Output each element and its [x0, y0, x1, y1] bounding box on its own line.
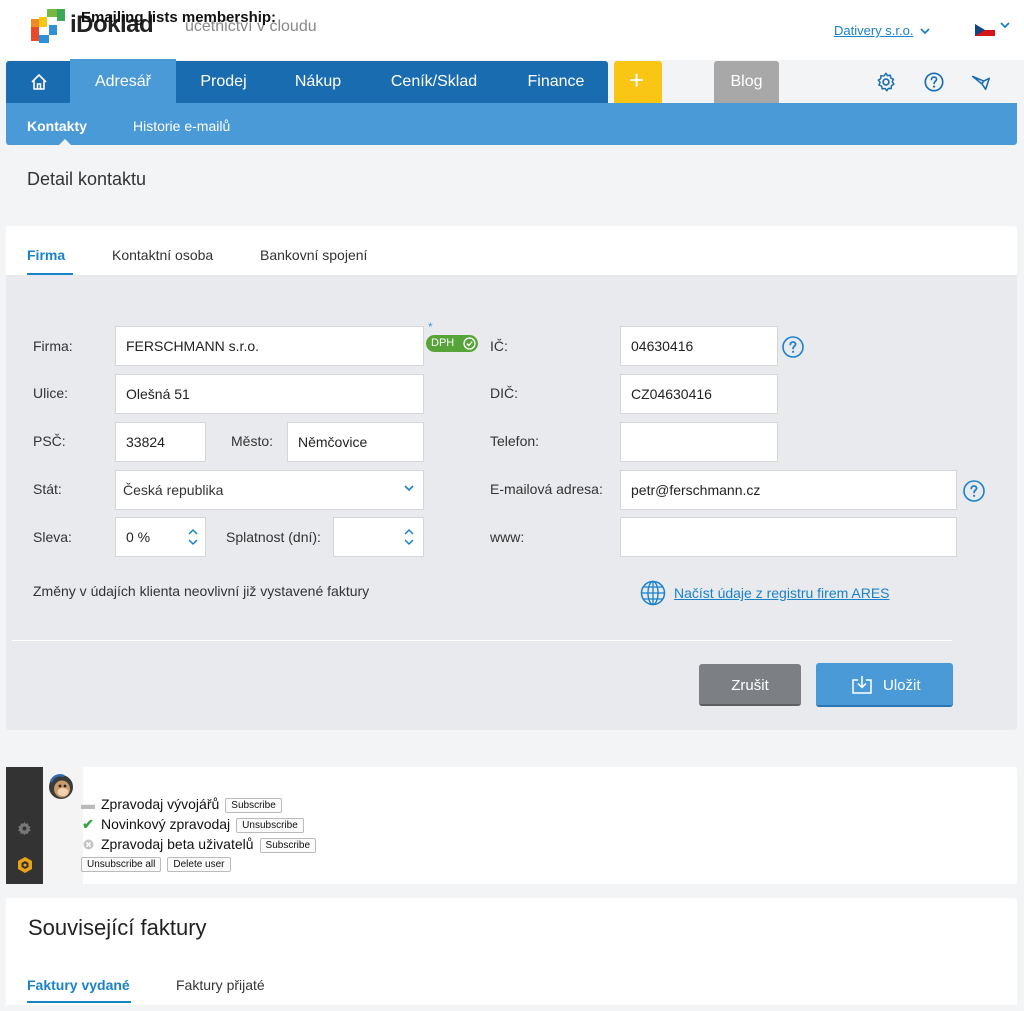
- psc-label: PSČ:: [33, 433, 66, 449]
- active-tab-indicator: [27, 1001, 131, 1003]
- chevron-down-icon[interactable]: [919, 25, 931, 37]
- telefon-input[interactable]: [620, 422, 778, 462]
- splatnost-label: Splatnost (dní):: [226, 529, 321, 545]
- cube-logo-icon[interactable]: [16, 856, 34, 874]
- plugin-sidebar: [6, 767, 43, 884]
- save-button-label: Uložit: [883, 677, 921, 694]
- firma-label: Firma:: [33, 338, 73, 354]
- info-note: Změny v údajích klienta neovlivní již vy…: [33, 583, 370, 599]
- add-new-button[interactable]: +: [614, 61, 662, 103]
- stat-select-value: Česká republika: [123, 482, 224, 498]
- sleva-label: Sleva:: [33, 529, 72, 545]
- page-title: Detail kontaktu: [27, 169, 147, 189]
- subscribe-button[interactable]: Subscribe: [225, 798, 282, 813]
- mesto-label: Město:: [231, 433, 274, 449]
- chevron-down-icon[interactable]: [999, 19, 1011, 31]
- stepper-icon[interactable]: [404, 527, 414, 547]
- save-button[interactable]: Uložit: [816, 663, 953, 707]
- dph-asterisk: *: [428, 320, 433, 334]
- x-circle-icon: [81, 836, 95, 852]
- tab-kontaktni-osoba[interactable]: Kontaktní osoba: [112, 247, 213, 263]
- form-divider: [12, 640, 952, 641]
- ulice-input[interactable]: [115, 374, 424, 414]
- ares-link[interactable]: Načíst údaje z registru firem ARES: [674, 585, 890, 601]
- mesto-input[interactable]: [287, 422, 424, 462]
- email-input[interactable]: [620, 470, 957, 510]
- unsubscribe-all-button[interactable]: Unsubscribe all: [81, 857, 162, 872]
- tab-faktury-vydane[interactable]: Faktury vydané: [27, 977, 130, 993]
- dph-badge-label: DPH: [431, 337, 455, 349]
- tab-firma[interactable]: Firma: [27, 247, 65, 263]
- gear-icon[interactable]: [875, 71, 897, 93]
- tab-faktury-prijate[interactable]: Faktury přijaté: [176, 977, 265, 993]
- dic-label: DIČ:: [490, 385, 518, 401]
- plus-icon: +: [629, 65, 645, 95]
- www-input[interactable]: [620, 517, 957, 557]
- www-label: www:: [490, 529, 525, 545]
- mailchimp-title: Emailing lists membership:: [81, 9, 277, 26]
- home-icon: [31, 74, 47, 90]
- page-bottom-edge: [6, 1005, 1017, 1011]
- subnav-kontakty[interactable]: Kontakty: [27, 118, 87, 134]
- list-name: Zpravodaj beta uživatelů: [101, 836, 254, 852]
- plugin-gutter: [43, 767, 83, 884]
- ic-input[interactable]: [620, 326, 778, 366]
- save-download-icon: [852, 676, 872, 694]
- delete-user-button[interactable]: Delete user: [167, 857, 231, 872]
- psc-input[interactable]: [115, 422, 206, 462]
- globe-icon[interactable]: [640, 580, 666, 606]
- check-circle-icon: [463, 337, 476, 350]
- nav-blog[interactable]: Blog: [714, 61, 779, 103]
- ulice-label: Ulice:: [33, 385, 69, 401]
- idoklad-logo-icon[interactable]: [31, 9, 65, 43]
- czech-flag-icon[interactable]: [975, 24, 995, 36]
- list-name: Novinkový zpravodaj: [101, 816, 231, 832]
- megaphone-icon[interactable]: [970, 71, 992, 93]
- gear-icon[interactable]: [17, 821, 32, 836]
- help-circle-icon[interactable]: [962, 479, 986, 503]
- list-name: Zpravodaj vývojářů: [101, 796, 220, 812]
- active-caret: [58, 139, 72, 146]
- subscribe-button[interactable]: Subscribe: [259, 838, 317, 853]
- check-icon: ✔: [82, 816, 94, 832]
- tab-bankovni-spojeni[interactable]: Bankovní spojení: [260, 247, 367, 263]
- ic-label: IČ:: [490, 338, 508, 354]
- mailchimp-actions: Unsubscribe all Delete user: [81, 855, 237, 873]
- dph-badge[interactable]: DPH: [426, 335, 478, 352]
- mailchimp-icon: [49, 774, 73, 799]
- help-circle-icon[interactable]: [923, 71, 945, 93]
- cancel-button[interactable]: Zrušit: [699, 664, 801, 706]
- nav-home[interactable]: [6, 61, 70, 103]
- nav-finance[interactable]: Finance: [511, 61, 601, 103]
- unsubscribe-button[interactable]: Unsubscribe: [236, 818, 304, 833]
- subnav-historie-emailu[interactable]: Historie e-mailů: [133, 118, 230, 134]
- nav-adresar[interactable]: Adresář: [70, 59, 176, 103]
- nav-cenik-sklad[interactable]: Ceník/Sklad: [374, 61, 494, 103]
- contact-tabs: Firma Kontaktní osoba Bankovní spojení: [6, 226, 1017, 275]
- telefon-label: Telefon:: [490, 433, 540, 449]
- stat-label: Stát:: [33, 481, 62, 497]
- sub-navigation: Kontakty Historie e-mailů: [6, 103, 1017, 146]
- dash-icon: ▬: [81, 796, 95, 812]
- list-item: ▬ Zpravodaj vývojářů Subscribe: [81, 796, 282, 813]
- help-circle-icon[interactable]: [781, 335, 805, 359]
- firma-input[interactable]: [115, 326, 424, 366]
- main-navigation: Adresář Prodej Nákup Ceník/Sklad Finance: [6, 59, 608, 103]
- company-selector[interactable]: Dativery s.r.o.: [834, 23, 913, 38]
- dic-input[interactable]: [620, 374, 778, 414]
- related-invoices-title: Související faktury: [28, 915, 207, 940]
- stepper-icon[interactable]: [188, 527, 198, 547]
- list-item: Zpravodaj beta uživatelů Subscribe: [81, 836, 317, 853]
- chevron-down-icon: [404, 485, 414, 492]
- nav-nakup[interactable]: Nákup: [276, 61, 360, 103]
- list-item: ✔ Novinkový zpravodaj Unsubscribe: [81, 816, 304, 833]
- email-label: E-mailová adresa:: [490, 481, 603, 497]
- nav-prodej[interactable]: Prodej: [186, 61, 261, 103]
